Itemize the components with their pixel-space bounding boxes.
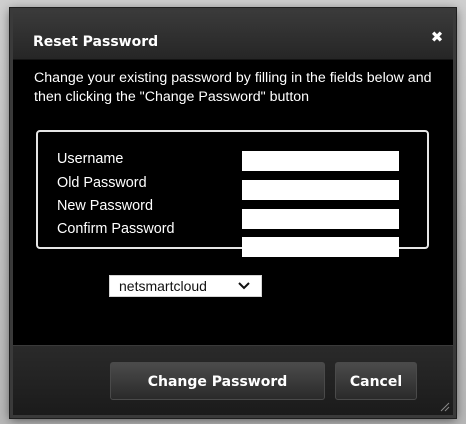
cancel-button[interactable]: Cancel bbox=[335, 362, 417, 400]
confirm-password-label: Confirm Password bbox=[57, 221, 175, 237]
reset-password-dialog: Reset Password ✖ Change your existing pa… bbox=[10, 8, 456, 418]
new-password-field[interactable] bbox=[242, 209, 399, 229]
resize-grip-icon[interactable] bbox=[440, 402, 450, 412]
old-password-label: Old Password bbox=[57, 175, 147, 191]
username-label: Username bbox=[57, 151, 124, 167]
dialog-titlebar[interactable]: Reset Password ✖ bbox=[13, 11, 453, 60]
confirm-password-field[interactable] bbox=[242, 237, 399, 257]
username-field[interactable] bbox=[242, 151, 399, 171]
domain-select-value: netsmartcloud bbox=[119, 278, 207, 294]
instructions-text: Change your existing password by filling… bbox=[34, 70, 432, 105]
new-password-label: New Password bbox=[57, 198, 153, 214]
dialog-title: Reset Password bbox=[33, 34, 159, 50]
chevron-down-icon bbox=[238, 282, 250, 290]
old-password-field[interactable] bbox=[242, 180, 399, 200]
close-button[interactable]: ✖ bbox=[429, 29, 445, 45]
close-icon: ✖ bbox=[430, 28, 444, 46]
domain-select[interactable]: netsmartcloud bbox=[109, 275, 262, 297]
change-password-button[interactable]: Change Password bbox=[110, 362, 325, 400]
dialog-footer: Change Password Cancel bbox=[13, 345, 453, 415]
